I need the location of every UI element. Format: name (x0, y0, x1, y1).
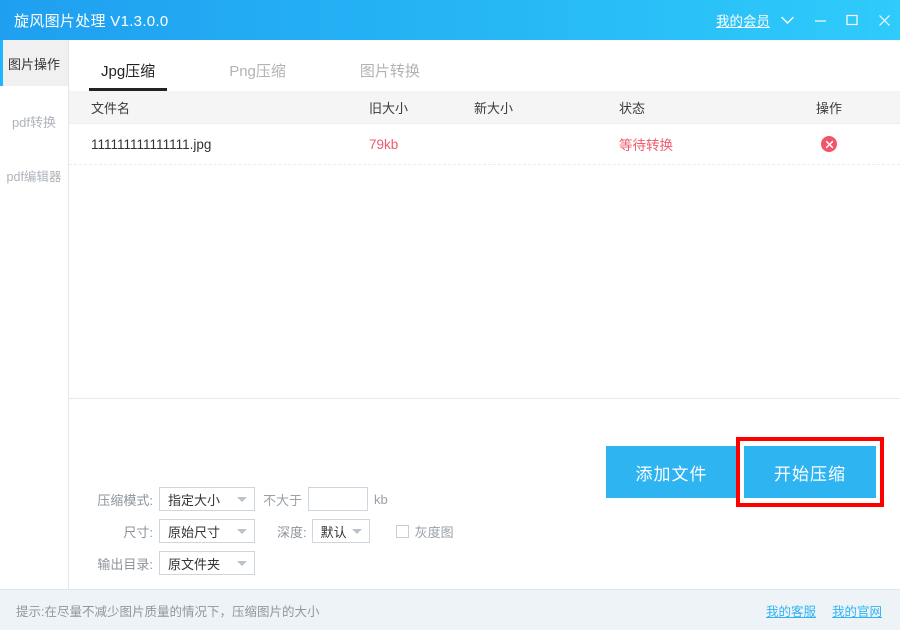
column-header-status: 状态 (619, 98, 769, 117)
app-window: 旋风图片处理 V1.3.0.0 我的会员 (0, 0, 900, 630)
size-select[interactable]: 原始尺寸 (159, 519, 255, 543)
compression-mode-select[interactable]: 指定大小 (159, 487, 255, 511)
not-greater-than-label: 不大于 (263, 490, 302, 509)
sidebar-item-label: pdf转换 (12, 112, 56, 131)
chevron-down-icon (237, 561, 247, 566)
tab-image-convert[interactable]: 图片转换 (346, 60, 434, 91)
sidebar-item-image-ops[interactable]: 图片操作 (0, 40, 68, 86)
table-header-row: 文件名 旧大小 新大小 状态 操作 (69, 91, 900, 124)
sidebar: 图片操作 pdf转换 pdf编辑器 (0, 40, 68, 589)
sidebar-item-label: 图片操作 (8, 54, 60, 73)
status-tip: 提示:在尽量不减少图片质量的情况下，压缩图片的大小 (16, 601, 319, 620)
size-value: 原始尺寸 (168, 522, 220, 541)
setting-row-output: 输出目录: 原文件夹 (69, 547, 900, 579)
tab-label: Jpg压缩 (101, 63, 155, 80)
kb-unit-label: kb (374, 492, 388, 507)
sidebar-item-pdf-convert[interactable]: pdf转换 (0, 98, 68, 144)
minimize-button[interactable] (804, 0, 836, 40)
column-header-old-size: 旧大小 (369, 98, 474, 117)
tab-png-compress[interactable]: Png压缩 (215, 60, 300, 91)
max-size-input[interactable] (308, 487, 368, 511)
close-button[interactable] (868, 0, 900, 40)
chevron-down-icon (237, 497, 247, 502)
tab-jpg-compress[interactable]: Jpg压缩 (87, 60, 169, 91)
content-panel: Jpg压缩 Png压缩 图片转换 文件名 旧大小 新大小 状态 操作 11111… (68, 40, 900, 589)
cell-action (769, 136, 889, 152)
tab-label: Png压缩 (229, 63, 286, 80)
depth-select[interactable]: 默认 (312, 519, 370, 543)
depth-value: 默认 (321, 522, 347, 541)
status-bar: 提示:在尽量不减少图片质量的情况下，压缩图片的大小 我的客服 我的官网 (0, 589, 900, 630)
app-title: 旋风图片处理 V1.3.0.0 (14, 10, 169, 31)
settings-panel: 压缩模式: 指定大小 不大于 kb 尺寸: 原始尺寸 深度: 默认 (69, 481, 900, 589)
tab-bar: Jpg压缩 Png压缩 图片转换 (69, 40, 900, 91)
customer-service-link[interactable]: 我的客服 (766, 601, 816, 620)
output-dir-label: 输出目录: (87, 554, 159, 573)
column-header-new-size: 新大小 (474, 98, 619, 117)
delete-icon[interactable] (821, 136, 837, 152)
grayscale-checkbox[interactable]: 灰度图 (396, 522, 454, 541)
chevron-down-icon (237, 529, 247, 534)
setting-row-mode: 压缩模式: 指定大小 不大于 kb (69, 483, 900, 515)
sidebar-item-label: pdf编辑器 (7, 166, 62, 185)
chevron-down-icon (352, 529, 362, 534)
checkbox-box (396, 525, 409, 538)
setting-row-size-depth: 尺寸: 原始尺寸 深度: 默认 灰度图 (69, 515, 900, 547)
title-bar: 旋风图片处理 V1.3.0.0 我的会员 (0, 0, 900, 40)
cell-old-size: 79kb (369, 137, 474, 152)
sidebar-item-pdf-editor[interactable]: pdf编辑器 (0, 152, 68, 198)
cell-status: 等待转换 (619, 134, 769, 154)
official-site-link[interactable]: 我的官网 (832, 601, 882, 620)
table-row[interactable]: 111111111111111.jpg 79kb 等待转换 (69, 124, 900, 165)
file-table: 文件名 旧大小 新大小 状态 操作 111111111111111.jpg 79… (69, 91, 900, 397)
output-dir-value: 原文件夹 (168, 554, 220, 573)
compression-mode-value: 指定大小 (168, 490, 220, 509)
size-label: 尺寸: (87, 522, 159, 541)
maximize-button[interactable] (836, 0, 868, 40)
chevron-down-icon[interactable] (770, 0, 804, 40)
column-header-action: 操作 (769, 98, 889, 117)
output-dir-select[interactable]: 原文件夹 (159, 551, 255, 575)
tab-label: 图片转换 (360, 63, 420, 80)
grayscale-label: 灰度图 (415, 522, 454, 541)
status-links: 我的客服 我的官网 (750, 601, 882, 620)
depth-label: 深度: (277, 522, 307, 541)
title-bar-controls: 我的会员 (716, 0, 900, 40)
my-member-link[interactable]: 我的会员 (716, 10, 770, 30)
cell-filename: 111111111111111.jpg (69, 137, 369, 152)
column-header-filename: 文件名 (69, 98, 369, 117)
compression-mode-label: 压缩模式: (87, 490, 159, 509)
